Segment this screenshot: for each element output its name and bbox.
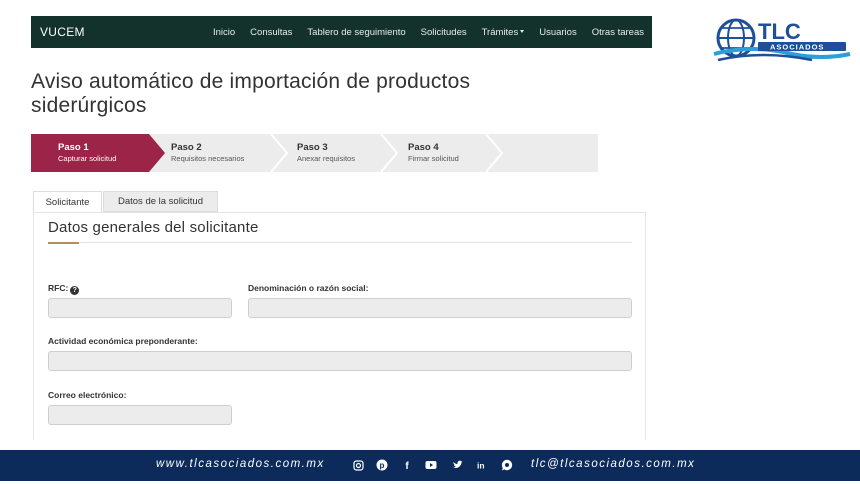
step-2-arrow bbox=[270, 134, 289, 172]
actividad-input[interactable] bbox=[48, 351, 632, 371]
step-1-subtitle: Capturar solicitud bbox=[58, 154, 117, 163]
page-title: Aviso automático de importación de produ… bbox=[31, 70, 471, 117]
nav-solicitudes[interactable]: Solicitudes bbox=[413, 27, 474, 38]
facebook-icon[interactable]: f bbox=[401, 459, 413, 471]
nav-links: Inicio Consultas Tablero de seguimiento … bbox=[205, 27, 644, 38]
nav-tramites-label: Trámites bbox=[481, 26, 519, 38]
pinterest-icon[interactable]: p bbox=[376, 459, 388, 471]
step-4-arrow bbox=[485, 134, 504, 172]
help-icon[interactable]: ? bbox=[70, 286, 80, 295]
step-1-arrow bbox=[31, 134, 165, 172]
svg-text:in: in bbox=[477, 461, 485, 471]
svg-text:p: p bbox=[380, 461, 385, 470]
rfc-input[interactable] bbox=[48, 298, 232, 318]
top-navbar: VUCEM Inicio Consultas Tablero de seguim… bbox=[31, 16, 652, 48]
svg-text:f: f bbox=[405, 461, 409, 471]
step-4-subtitle: Firmar solicitud bbox=[408, 154, 459, 163]
youtube-icon[interactable] bbox=[425, 459, 437, 471]
section-divider-accent bbox=[48, 242, 79, 244]
tlc-asociados-logo: TLC ASOCIADOS bbox=[712, 14, 852, 66]
footer-website[interactable]: www.tlcasociados.com.mx bbox=[156, 458, 325, 470]
step-3-title: Paso 3 bbox=[297, 142, 328, 153]
footer-email[interactable]: tlc@tlcasociados.com.mx bbox=[531, 458, 695, 470]
step-3-arrow bbox=[380, 134, 399, 172]
step-3-subtitle: Anexar requisitos bbox=[297, 154, 355, 163]
footer-banner: www.tlcasociados.com.mx p f in tlc@tlcas… bbox=[0, 450, 860, 481]
rfc-label-group: RFC:? bbox=[48, 283, 80, 295]
stepper-arrows bbox=[31, 134, 504, 172]
twitter-icon[interactable] bbox=[451, 459, 463, 471]
step-4-title: Paso 4 bbox=[408, 142, 439, 153]
nav-consultas[interactable]: Consultas bbox=[243, 27, 300, 38]
rfc-label: RFC: bbox=[48, 283, 69, 293]
tab-datos-solicitud[interactable]: Datos de la solicitud bbox=[103, 191, 218, 212]
logo-text: TLC bbox=[758, 19, 801, 44]
nav-tablero-seguimiento[interactable]: Tablero de seguimiento bbox=[300, 27, 413, 38]
nav-inicio[interactable]: Inicio bbox=[205, 27, 242, 38]
caret-down-icon bbox=[520, 30, 525, 34]
instagram-icon[interactable] bbox=[352, 459, 364, 471]
section-divider bbox=[48, 242, 632, 243]
nav-tramites-dropdown[interactable]: Trámites bbox=[474, 27, 532, 38]
actividad-label: Actividad económica preponderante: bbox=[48, 336, 198, 346]
step-1-title: Paso 1 bbox=[58, 142, 89, 153]
linkedin-icon[interactable]: in bbox=[476, 459, 488, 471]
razon-social-label: Denominación o razón social: bbox=[248, 283, 369, 293]
section-title: Datos generales del solicitante bbox=[48, 219, 259, 236]
correo-label: Correo electrónico: bbox=[48, 390, 127, 400]
logo-subtitle: ASOCIADOS bbox=[770, 43, 824, 52]
razon-social-input[interactable] bbox=[248, 298, 632, 318]
correo-input[interactable] bbox=[48, 405, 232, 425]
tab-solicitante[interactable]: Solicitante bbox=[33, 191, 102, 212]
globe-logo-icon: TLC ASOCIADOS bbox=[713, 18, 851, 62]
step-2-subtitle: Requisitos necesarios bbox=[171, 154, 245, 163]
nav-usuarios[interactable]: Usuarios bbox=[532, 27, 585, 38]
nav-otras-tareas[interactable]: Otras tareas bbox=[584, 27, 644, 38]
whatsapp-icon[interactable] bbox=[501, 459, 513, 471]
stepper: Paso 1 Capturar solicitud Paso 2 Requisi… bbox=[31, 134, 598, 172]
brand-vucem[interactable]: VUCEM bbox=[40, 25, 85, 39]
step-2-title: Paso 2 bbox=[171, 142, 202, 153]
